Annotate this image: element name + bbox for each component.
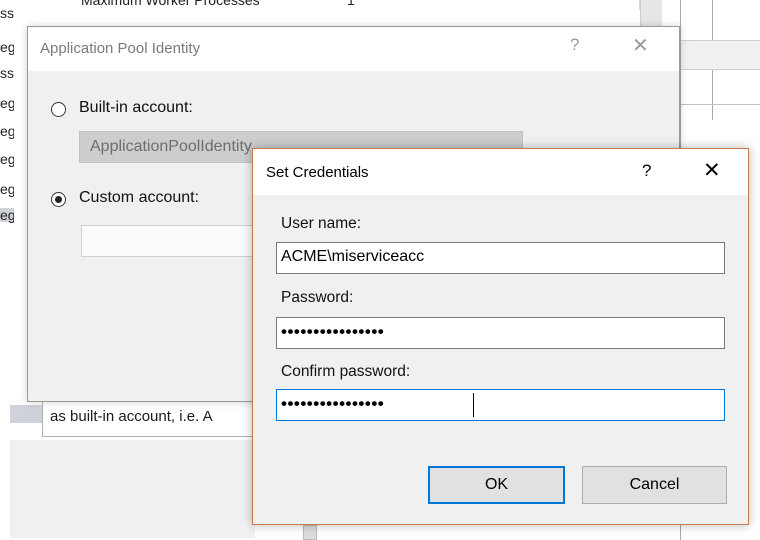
background-left-column: ss eg ss eg eg eg eg eg: [0, 0, 14, 250]
property-grid-row[interactable]: Maximum Worker Processes 1: [75, 0, 640, 10]
divider: [681, 104, 760, 105]
builtin-account-label[interactable]: Built-in account:: [79, 99, 193, 117]
confirm-password-masked-value: ••••••••••••••••: [281, 394, 385, 413]
ok-button[interactable]: OK: [428, 466, 565, 504]
left-column-fragment: eg: [0, 95, 14, 111]
dialog-titlebar: Set Credentials ? ✕: [253, 149, 748, 195]
cancel-button[interactable]: Cancel: [582, 466, 727, 504]
background-panel-strip: [681, 40, 760, 70]
username-value: ACME\miserviceacc: [281, 248, 425, 265]
password-label: Password:: [281, 289, 354, 306]
confirm-password-label: Confirm password:: [281, 363, 411, 380]
help-icon[interactable]: ?: [642, 161, 651, 181]
dialog-title: Application Pool Identity: [40, 40, 201, 57]
left-column-fragment: eg: [0, 181, 14, 197]
close-icon[interactable]: ✕: [632, 33, 649, 58]
password-masked-value: ••••••••••••••••: [281, 322, 385, 341]
left-column-fragment: ss: [0, 65, 14, 81]
text-caret: [473, 393, 474, 417]
property-name: Maximum Worker Processes: [81, 0, 260, 8]
username-field[interactable]: ACME\miserviceacc: [276, 242, 725, 274]
builtin-account-value: ApplicationPoolIdentity: [90, 138, 252, 155]
left-column-fragment: eg: [0, 123, 14, 139]
custom-account-label[interactable]: Custom account:: [79, 189, 199, 207]
left-column-fragment: ss: [0, 5, 14, 21]
custom-account-field[interactable]: [81, 225, 261, 257]
dialog-titlebar: Application Pool Identity ? ✕: [28, 27, 679, 71]
username-label: User name:: [281, 215, 362, 232]
background-panel: [10, 440, 255, 538]
left-column-fragment: eg: [0, 151, 14, 167]
background-selection-bar: [10, 405, 45, 423]
builtin-account-radio[interactable]: [51, 102, 66, 117]
left-column-fragment-selected[interactable]: eg: [0, 208, 14, 222]
set-credentials-dialog: Set Credentials ? ✕ User name: ACME\mise…: [252, 148, 749, 525]
description-text: as built-in account, i.e. A: [50, 408, 213, 425]
scrollbar-handle[interactable]: [303, 525, 317, 540]
password-field[interactable]: ••••••••••••••••: [276, 317, 725, 349]
close-icon[interactable]: ✕: [703, 158, 721, 183]
property-value: 1: [347, 0, 355, 8]
left-column-fragment: eg: [0, 39, 14, 55]
help-icon[interactable]: ?: [570, 35, 579, 55]
confirm-password-field[interactable]: ••••••••••••••••: [276, 389, 725, 421]
custom-account-radio[interactable]: [51, 192, 66, 207]
dialog-title: Set Credentials: [266, 164, 369, 181]
